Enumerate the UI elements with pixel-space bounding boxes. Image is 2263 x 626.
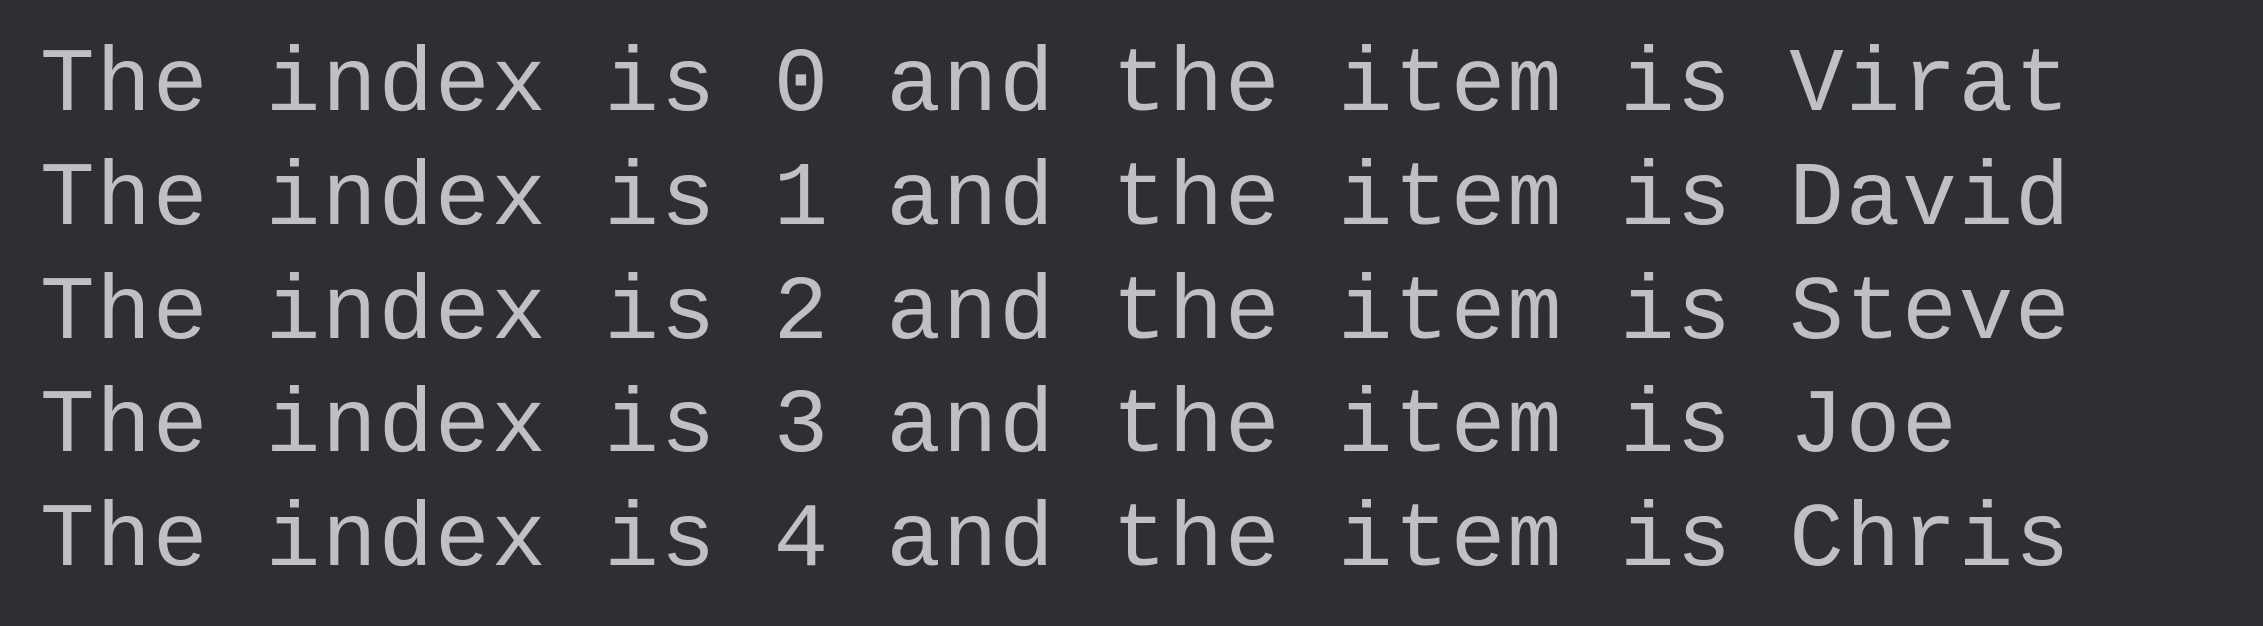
output-line: The index is 0 and the item is Virat <box>40 30 2223 144</box>
output-line: The index is 3 and the item is Joe <box>40 371 2223 485</box>
output-line: The index is 4 and the item is Chris <box>40 485 2223 599</box>
output-line: The index is 2 and the item is Steve <box>40 258 2223 372</box>
terminal-output: The index is 0 and the item is Virat The… <box>40 30 2223 599</box>
output-line: The index is 1 and the item is David <box>40 144 2223 258</box>
